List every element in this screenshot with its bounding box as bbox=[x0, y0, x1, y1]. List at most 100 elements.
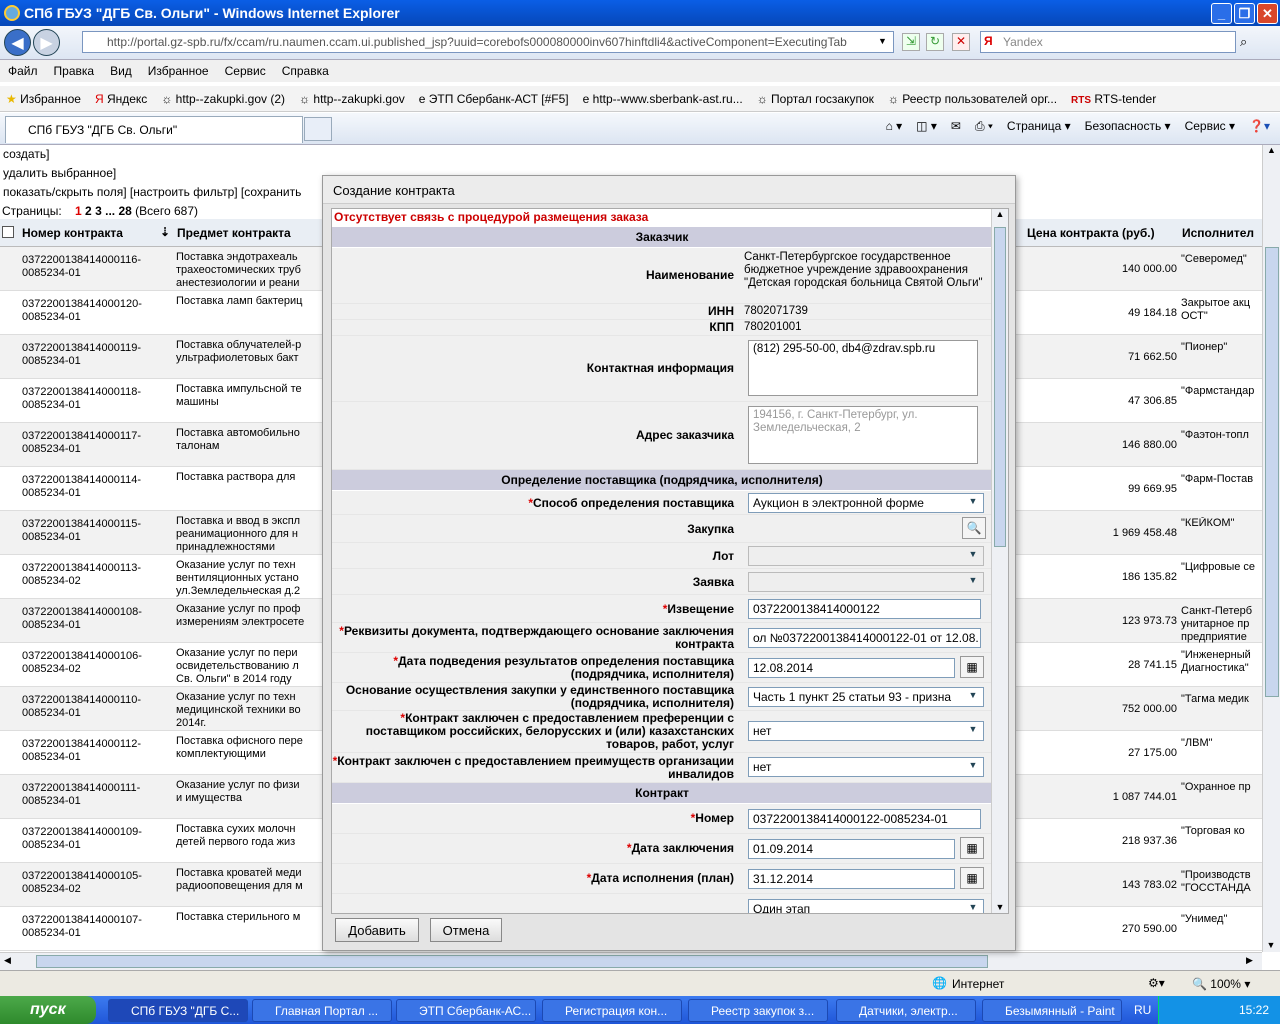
page-horizontal-scrollbar[interactable]: ◀ ▶ bbox=[0, 952, 1262, 970]
contact-textarea[interactable]: (812) 295-50-00, db4@zdrav.spb.ru bbox=[748, 340, 978, 396]
task-item[interactable]: Безымянный - Paint bbox=[982, 999, 1122, 1022]
favorites-bar: ★ Избранное Я Яндекс ☼ http--zakupki.gov… bbox=[0, 86, 1280, 112]
start-button[interactable]: пуск bbox=[0, 996, 96, 1024]
protected-mode-icon[interactable]: ⚙▾ bbox=[1148, 976, 1165, 990]
scroll-up-icon[interactable]: ▲ bbox=[1263, 145, 1280, 155]
search-icon[interactable]: ⌕ bbox=[1240, 34, 1247, 50]
page-3[interactable]: 3 bbox=[95, 204, 102, 218]
cmd-security[interactable]: Безопасность ▾ bbox=[1085, 119, 1171, 134]
close-button[interactable]: ✕ bbox=[1257, 3, 1278, 24]
menu-tools[interactable]: Сервис bbox=[225, 64, 266, 78]
scroll-left-icon[interactable]: ◀ bbox=[4, 955, 11, 966]
scroll-down-icon[interactable]: ▼ bbox=[992, 902, 1008, 912]
print-icon[interactable]: ⎙ ▾ bbox=[975, 119, 993, 134]
page-last[interactable]: 28 bbox=[118, 204, 131, 218]
cell-executor: "Фарм-Постав bbox=[1181, 473, 1254, 485]
cell-executor: "Тагма медик bbox=[1181, 693, 1249, 705]
label-notice: *Извещение bbox=[662, 602, 734, 616]
stop-icon[interactable]: ✕ bbox=[952, 33, 970, 51]
fav-item-zakupki[interactable]: ☼ http--zakupki.gov bbox=[299, 92, 405, 106]
favorites-button[interactable]: ★ Избранное bbox=[6, 92, 81, 106]
pref-select[interactable]: нет ▼ bbox=[748, 721, 984, 741]
fav-item-zakupki-2[interactable]: ☼ http--zakupki.gov (2) bbox=[161, 92, 285, 106]
fav-item-registry[interactable]: ☼ Реестр пользователей орг... bbox=[888, 92, 1057, 106]
calendar-icon[interactable]: ▦ bbox=[960, 867, 984, 889]
task-item[interactable]: Реестр закупок з... bbox=[688, 999, 828, 1022]
cell-executor: "Торговая ко bbox=[1181, 825, 1245, 837]
help-icon[interactable]: ❓▾ bbox=[1249, 119, 1270, 134]
task-item[interactable]: Датчики, электр... bbox=[836, 999, 976, 1022]
dialog-scrollbar[interactable]: ▲ ▼ bbox=[991, 209, 1008, 913]
menu-file[interactable]: Файл bbox=[8, 64, 38, 78]
doc-input[interactable]: ол №0372200138414000122-01 от 12.08. bbox=[748, 628, 981, 648]
fav-item-rts-tender[interactable]: RTS RTS-tender bbox=[1071, 92, 1156, 106]
feeds-icon[interactable]: ◫ ▾ bbox=[916, 119, 937, 134]
sort-arrow-icon[interactable]: ⇣ bbox=[160, 225, 170, 239]
language-indicator[interactable]: RU bbox=[1134, 1003, 1151, 1017]
menu-view[interactable]: Вид bbox=[110, 64, 132, 78]
menu-favorites[interactable]: Избранное bbox=[148, 64, 209, 78]
notice-input[interactable]: 0372200138414000122 bbox=[748, 599, 981, 619]
date-sign-input[interactable]: 01.09.2014 bbox=[748, 839, 955, 859]
fav-item-sberbank-www[interactable]: e http--www.sberbank-ast.ru... bbox=[583, 92, 743, 106]
label-contact: Контактная информация bbox=[586, 361, 734, 375]
menu-edit[interactable]: Правка bbox=[54, 64, 95, 78]
minimize-button[interactable]: _ bbox=[1211, 3, 1232, 24]
select-all-checkbox[interactable] bbox=[2, 226, 14, 238]
calendar-icon[interactable]: ▦ bbox=[960, 837, 984, 859]
search-input[interactable]: Yandex bbox=[980, 31, 1236, 53]
task-item[interactable]: СПб ГБУЗ "ДГБ С... bbox=[108, 999, 248, 1022]
address-textarea[interactable]: 194156, г. Санкт-Петербург, ул. Земледел… bbox=[748, 406, 978, 464]
hscroll-thumb[interactable] bbox=[36, 955, 988, 968]
header-price[interactable]: Цена контракта (руб.) bbox=[1027, 226, 1155, 240]
url-dropdown-icon[interactable]: ▼ bbox=[878, 36, 887, 46]
header-subject[interactable]: Предмет контракта bbox=[177, 226, 291, 240]
scroll-down-icon[interactable]: ▼ bbox=[1263, 940, 1279, 950]
dialog-scroll-thumb[interactable] bbox=[994, 227, 1006, 547]
page-vertical-scrollbar[interactable]: ▲ ▼ bbox=[1262, 145, 1280, 952]
method-select[interactable]: Аукцион в электронной форме ▼ bbox=[748, 493, 984, 513]
inv-select[interactable]: нет ▼ bbox=[748, 757, 984, 777]
page-2[interactable]: 2 bbox=[85, 204, 92, 218]
cancel-button[interactable]: Отмена bbox=[430, 918, 502, 942]
basis-select[interactable]: Часть 1 пункт 25 статьи 93 - призна ▼ bbox=[748, 687, 984, 707]
header-executor[interactable]: Исполнител bbox=[1182, 226, 1254, 240]
date-result-input[interactable]: 12.08.2014 bbox=[748, 658, 955, 678]
task-item[interactable]: Главная Портал ... bbox=[252, 999, 392, 1022]
refresh-icon[interactable]: ↻ bbox=[926, 33, 944, 51]
scroll-right-icon[interactable]: ▶ bbox=[1246, 955, 1253, 966]
fav-item-sberbank-ast[interactable]: e ЭТП Сбербанк-АСТ [#F5] bbox=[419, 92, 569, 106]
fav-item-goszakupki[interactable]: ☼ Портал госзакупок bbox=[757, 92, 874, 106]
calendar-icon[interactable]: ▦ bbox=[960, 656, 984, 678]
menu-help[interactable]: Справка bbox=[282, 64, 329, 78]
label-lot: Лот bbox=[712, 549, 734, 563]
task-item[interactable]: ЭТП Сбербанк-АС... bbox=[396, 999, 536, 1022]
url-input[interactable]: http://portal.gz-spb.ru/fx/ccam/ru.naume… bbox=[82, 31, 894, 53]
forward-button[interactable]: ▶ bbox=[33, 29, 60, 56]
back-button[interactable]: ◀ bbox=[4, 29, 31, 56]
create-link[interactable]: создать] bbox=[0, 145, 1262, 164]
header-number[interactable]: Номер контракта bbox=[22, 226, 123, 240]
maximize-button[interactable]: ❐ bbox=[1234, 3, 1255, 24]
cell-price: 143 783.02 bbox=[1121, 879, 1177, 891]
lot-select[interactable]: ▼ bbox=[748, 546, 984, 566]
mail-icon[interactable]: ✉ bbox=[951, 119, 961, 134]
new-tab-button[interactable] bbox=[304, 117, 332, 141]
bid-select[interactable]: ▼ bbox=[748, 572, 984, 592]
task-item[interactable]: Регистрация кон... bbox=[542, 999, 682, 1022]
home-icon[interactable]: ⌂ ▾ bbox=[886, 119, 903, 134]
zoom-label[interactable]: 🔍 100% ▾ bbox=[1192, 977, 1250, 991]
scroll-up-icon[interactable]: ▲ bbox=[992, 209, 1008, 219]
number-input[interactable]: 0372200138414000122-0085234-01 bbox=[748, 809, 981, 829]
add-button[interactable]: Добавить bbox=[335, 918, 419, 942]
cmd-tools[interactable]: Сервис ▾ bbox=[1185, 119, 1235, 134]
tab-current[interactable]: СПб ГБУЗ "ДГБ Св. Ольги" bbox=[5, 116, 303, 143]
cmd-page[interactable]: Страница ▾ bbox=[1007, 119, 1071, 134]
fav-item-yandex[interactable]: Я Яндекс bbox=[95, 92, 147, 106]
scroll-thumb[interactable] bbox=[1265, 247, 1279, 697]
magnifier-icon[interactable]: 🔍 bbox=[962, 517, 986, 539]
page-1[interactable]: 1 bbox=[75, 204, 82, 218]
stage-select[interactable]: Один этап ▼ bbox=[748, 899, 984, 913]
compat-icon[interactable]: ⇲ bbox=[902, 33, 920, 51]
date-exec-input[interactable]: 31.12.2014 bbox=[748, 869, 955, 889]
